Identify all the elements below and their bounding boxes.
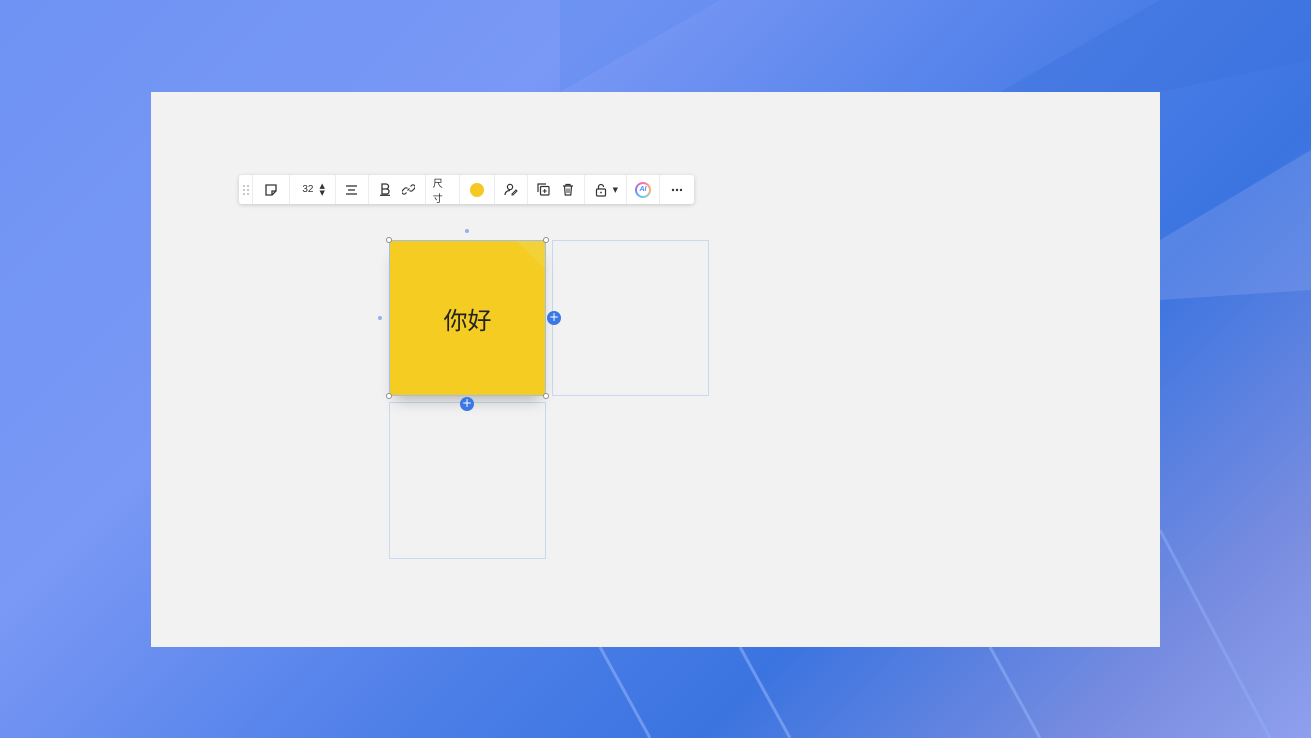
note-corner-fold <box>516 240 546 270</box>
font-size-value[interactable]: 32 <box>302 184 313 195</box>
ai-icon[interactable]: AI <box>635 181 651 198</box>
add-note-placeholder-below[interactable] <box>389 402 546 559</box>
chevron-down-icon[interactable]: ▼ <box>613 186 618 194</box>
resize-handle-bottom-right[interactable] <box>543 393 549 399</box>
whiteboard-canvas[interactable]: 32 ▲ ▼ 尺寸 ▼ AI 你好 + + <box>151 92 1160 647</box>
resize-handle-top-left[interactable] <box>386 237 392 243</box>
font-size-control[interactable]: 32 ▲ ▼ <box>290 182 335 197</box>
font-size-stepper[interactable]: ▲ ▼ <box>319 182 324 197</box>
sticky-note-icon[interactable] <box>263 182 279 198</box>
add-note-placeholder-right[interactable] <box>552 240 709 396</box>
trash-icon[interactable] <box>560 182 576 198</box>
plus-icon: + <box>461 396 473 410</box>
bold-icon[interactable] <box>377 182 393 198</box>
connection-point-left[interactable] <box>378 316 382 320</box>
more-icon[interactable] <box>669 182 685 198</box>
user-edit-icon[interactable] <box>503 182 519 198</box>
sticky-note[interactable]: 你好 <box>389 240 546 396</box>
note-color-swatch[interactable] <box>469 182 484 197</box>
link-icon[interactable] <box>401 182 417 198</box>
resize-handle-bottom-left[interactable] <box>386 393 392 399</box>
sticky-note-text[interactable]: 你好 <box>444 301 492 336</box>
sticky-note-toolbar: 32 ▲ ▼ 尺寸 ▼ AI <box>239 175 694 205</box>
ai-label: AI <box>637 183 649 196</box>
plus-icon: + <box>548 310 560 324</box>
resize-handle-top-right[interactable] <box>543 237 549 243</box>
align-center-icon[interactable] <box>344 182 360 198</box>
drag-grip-icon[interactable] <box>239 175 252 204</box>
connection-point-top[interactable] <box>465 229 469 233</box>
add-note-below-button[interactable]: + <box>460 397 474 411</box>
size-button[interactable]: 尺寸 <box>433 175 452 205</box>
duplicate-icon[interactable] <box>536 182 552 198</box>
lock-icon[interactable] <box>593 182 609 198</box>
stepper-down-icon[interactable]: ▼ <box>319 189 324 197</box>
add-note-right-button[interactable]: + <box>547 311 561 325</box>
